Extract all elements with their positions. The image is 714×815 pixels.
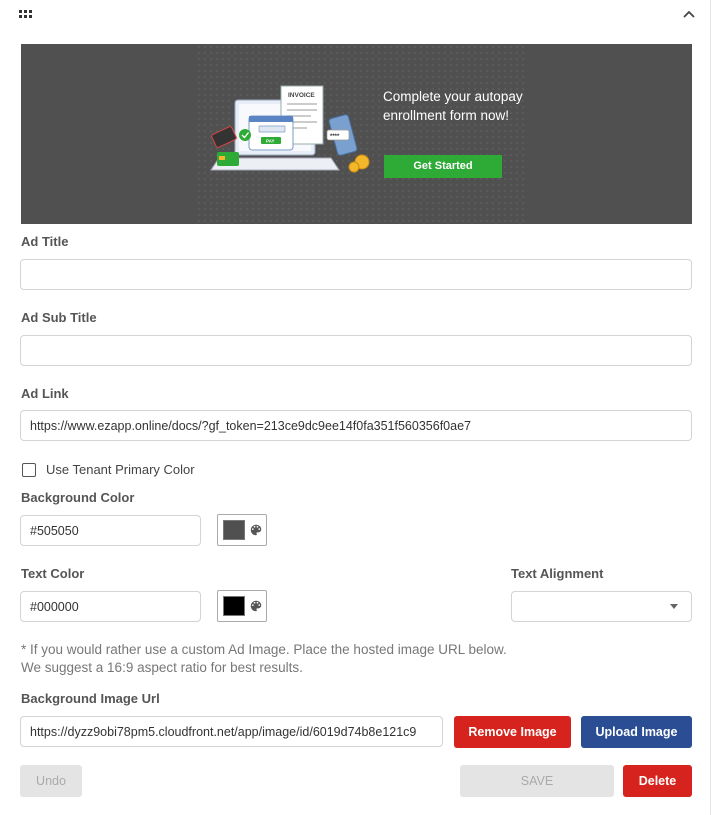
chevron-up-icon[interactable] [680, 5, 698, 23]
delete-button[interactable]: Delete [623, 765, 692, 797]
undo-button[interactable]: Undo [20, 765, 82, 797]
drag-handle-icon[interactable] [19, 10, 33, 19]
palette-icon [250, 524, 262, 536]
use-tenant-color-checkbox[interactable] [22, 463, 36, 477]
svg-text:INVOICE: INVOICE [288, 92, 315, 99]
svg-text:PAY: PAY [266, 139, 275, 144]
ad-sub-title-label: Ad Sub Title [21, 310, 97, 325]
ad-title-input[interactable] [20, 259, 692, 290]
save-button[interactable]: SAVE [460, 765, 614, 797]
text-alignment-label: Text Alignment [511, 566, 604, 581]
note-line-1: * If you would rather use a custom Ad Im… [21, 642, 507, 657]
text-alignment-select[interactable] [511, 591, 692, 622]
text-color-swatch [223, 596, 245, 616]
background-image-url-input[interactable] [20, 716, 443, 747]
background-color-label: Background Color [21, 490, 135, 505]
background-color-picker-button[interactable] [217, 514, 267, 546]
background-color-input[interactable] [20, 515, 201, 546]
ad-link-label: Ad Link [21, 386, 69, 401]
background-color-swatch [223, 520, 245, 540]
ad-editor-panel: INVOICE PAY **** Complete your autopay e… [0, 0, 711, 815]
get-started-button[interactable]: Get Started [384, 155, 502, 178]
use-tenant-color-label: Use Tenant Primary Color [46, 462, 195, 477]
banner-headline: Complete your autopay enrollment form no… [383, 89, 523, 123]
chevron-down-icon [670, 604, 678, 609]
upload-image-button[interactable]: Upload Image [581, 716, 692, 748]
custom-image-note: * If you would rather use a custom Ad Im… [21, 641, 507, 677]
ad-banner-preview: INVOICE PAY **** Complete your autopay e… [21, 44, 692, 224]
ad-link-input[interactable] [20, 410, 692, 441]
text-color-picker-button[interactable] [217, 590, 267, 622]
ad-title-label: Ad Title [21, 234, 69, 249]
remove-image-button[interactable]: Remove Image [454, 716, 571, 748]
palette-icon [250, 600, 262, 612]
text-color-label: Text Color [21, 566, 85, 581]
text-color-input[interactable] [20, 591, 201, 622]
svg-text:****: **** [330, 134, 340, 140]
invoice-laptop-illustration: INVOICE PAY **** [210, 85, 370, 173]
background-image-url-label: Background Image Url [21, 691, 160, 706]
ad-sub-title-input[interactable] [20, 335, 692, 366]
note-line-2: We suggest a 16:9 aspect ratio for best … [21, 660, 303, 675]
